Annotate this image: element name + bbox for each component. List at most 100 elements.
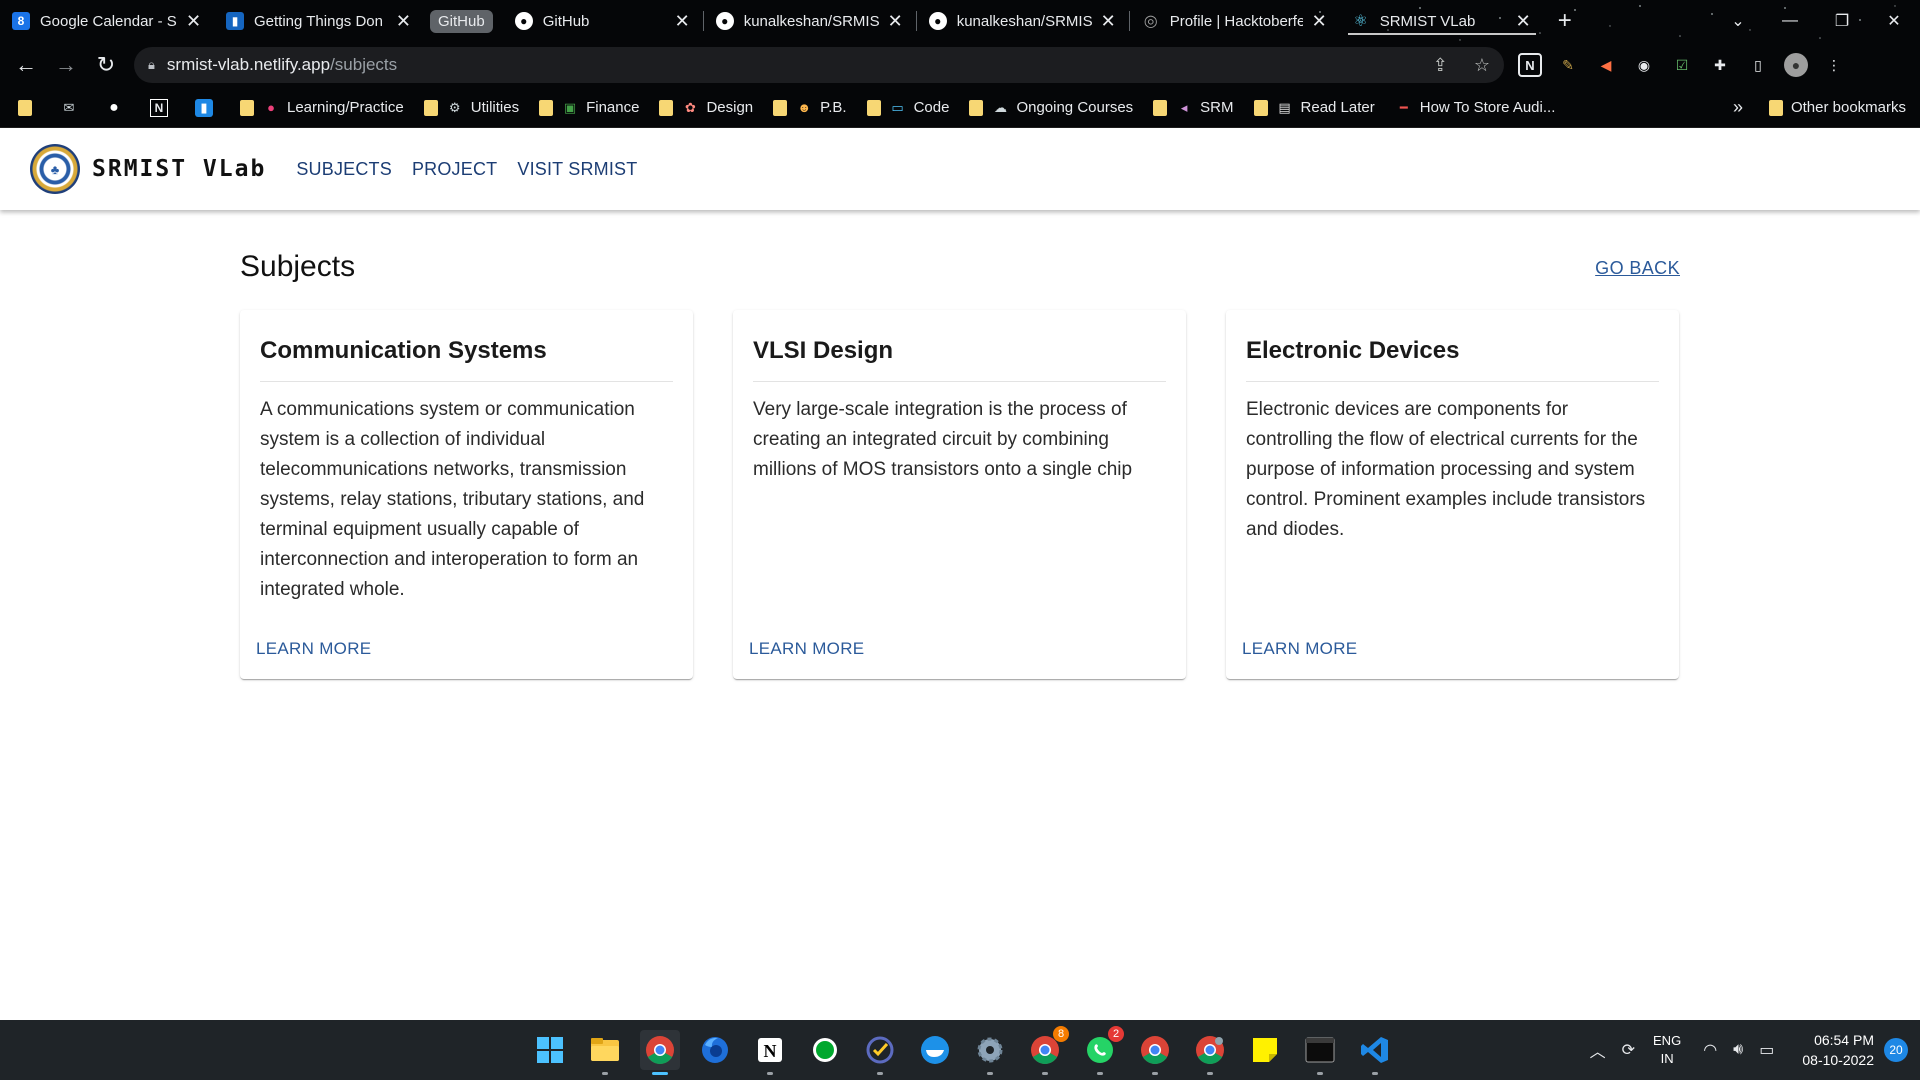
terminal-icon[interactable] xyxy=(1300,1030,1340,1075)
chrome-profile-icon[interactable]: 8 xyxy=(1025,1026,1069,1075)
forward-button[interactable]: → xyxy=(46,45,86,85)
nav-project[interactable]: PROJECT xyxy=(412,159,497,180)
close-icon[interactable]: ✕ xyxy=(395,11,412,32)
clock[interactable]: 06:54 PM 08-10-2022 xyxy=(1802,1030,1874,1070)
bookmark-learning-practice[interactable]: ● Learning/Practice xyxy=(240,99,404,117)
wifi-icon[interactable]: ◠ xyxy=(1703,1040,1717,1060)
book-icon: ▤ xyxy=(1278,99,1291,115)
bookmark-folder[interactable] xyxy=(18,99,40,116)
settings-icon[interactable] xyxy=(970,1030,1010,1075)
bookmark-srm[interactable]: ◂ SRM xyxy=(1153,99,1234,117)
pen-extension-icon[interactable]: ✎ xyxy=(1556,53,1580,77)
learn-more-button[interactable]: LEARN MORE xyxy=(749,639,864,659)
close-icon[interactable]: ✕ xyxy=(1515,11,1532,32)
new-tab-button[interactable]: + xyxy=(1558,7,1572,35)
bookmark-pb[interactable]: ☻ P.B. xyxy=(773,99,847,117)
notion-icon[interactable]: N xyxy=(750,1030,790,1075)
sync-icon[interactable]: ⟳ xyxy=(1622,1040,1635,1060)
battery-icon[interactable]: ▭ xyxy=(1759,1040,1774,1060)
bookmark-notion[interactable]: N xyxy=(150,98,175,117)
bookmark-code[interactable]: ▭ Code xyxy=(866,99,949,117)
notion-clipper-icon[interactable]: N xyxy=(1518,53,1542,77)
tab-group-chip[interactable]: GitHub xyxy=(430,9,493,33)
share-icon[interactable]: ⇪ xyxy=(1433,55,1448,76)
whatsapp-icon[interactable]: 2 xyxy=(1080,1026,1124,1075)
money-icon: ▣ xyxy=(563,99,577,115)
trello-icon: ▮ xyxy=(195,98,213,117)
nav-subjects[interactable]: SUBJECTS xyxy=(296,159,392,180)
restore-icon[interactable]: ❐ xyxy=(1816,11,1868,31)
folder-icon xyxy=(1153,99,1168,116)
vscode-icon[interactable] xyxy=(1355,1030,1395,1075)
bookmark-mail[interactable]: ✉ xyxy=(60,99,85,117)
notification-count[interactable]: 20 xyxy=(1884,1038,1908,1062)
notification-badge: 2 xyxy=(1108,1026,1124,1042)
lock-icon[interactable]: 🔒︎ xyxy=(148,57,155,73)
window-close-icon[interactable]: ✕ xyxy=(1868,11,1920,31)
running-indicator xyxy=(1207,1072,1213,1075)
profile-avatar-icon[interactable]: ● xyxy=(1784,53,1808,77)
learn-more-button[interactable]: LEARN MORE xyxy=(1242,639,1357,659)
close-icon[interactable]: ✕ xyxy=(185,11,202,32)
chevron-up-icon[interactable]: ︿ xyxy=(1590,1038,1606,1062)
chrome-alt-icon[interactable] xyxy=(1135,1030,1175,1075)
brand-name[interactable]: SRMIST VLab xyxy=(92,156,266,182)
windows-taskbar: N 8 2 ︿ ⟳ ENG IN ◠ 🔊︎ ▭ 06:54 PM 08-10-2… xyxy=(0,1020,1920,1080)
srm-logo-icon[interactable]: ♣ xyxy=(30,144,80,194)
nav-visit-srmist[interactable]: VISIT SRMIST xyxy=(517,159,637,180)
eye-extension-icon[interactable]: ◉ xyxy=(1632,53,1656,77)
volume-icon[interactable]: 🔊︎ xyxy=(1733,1041,1743,1059)
tab-getting-things-done[interactable]: ▮ Getting Things Don ✕ xyxy=(214,0,424,42)
reload-button[interactable]: ↻ xyxy=(86,45,126,85)
tab-srmist-vlab[interactable]: ⚛ SRMIST VLab ✕ xyxy=(1340,0,1544,42)
close-icon[interactable]: ✕ xyxy=(674,11,691,32)
bookmark-trello[interactable]: ▮ xyxy=(195,98,220,117)
tab-google-calendar[interactable]: 8 Google Calendar - S ✕ xyxy=(0,0,214,42)
docker-icon[interactable] xyxy=(915,1030,955,1070)
tab-repo-1[interactable]: ● kunalkeshan/SRMIS ✕ xyxy=(704,0,916,42)
audio-extension-icon[interactable]: ◀ xyxy=(1594,53,1618,77)
tab-github[interactable]: ● GitHub ✕ xyxy=(503,0,703,42)
checklist-extension-icon[interactable]: ☑ xyxy=(1670,53,1694,77)
chrome-icon[interactable] xyxy=(640,1030,680,1075)
bookmark-read-later[interactable]: ▤ Read Later xyxy=(1253,99,1375,117)
close-icon[interactable]: ✕ xyxy=(887,11,904,32)
extensions-puzzle-icon[interactable]: ✚ xyxy=(1708,53,1732,77)
address-bar[interactable]: 🔒︎ srmist-vlab.netlify.app/subjects ⇪ ☆ xyxy=(134,47,1504,83)
tab-repo-2[interactable]: ● kunalkeshan/SRMIS ✕ xyxy=(917,0,1129,42)
minimize-icon[interactable]: — xyxy=(1764,12,1816,30)
folder-icon xyxy=(866,99,881,116)
bookmark-design[interactable]: ✿ Design xyxy=(659,99,753,117)
bookmark-star-icon[interactable]: ☆ xyxy=(1474,55,1490,76)
bookmark-how-to-store-audio[interactable]: ━ How To Store Audi... xyxy=(1395,99,1556,117)
bookmark-utilities[interactable]: ⚙ Utilities xyxy=(423,99,519,117)
back-button[interactable]: ← xyxy=(6,45,46,85)
running-indicator xyxy=(1097,1072,1103,1075)
page-header: Subjects GO BACK xyxy=(240,210,1680,310)
go-back-link[interactable]: GO BACK xyxy=(1595,258,1680,279)
language-indicator[interactable]: ENG IN xyxy=(1653,1032,1681,1068)
bookmark-finance[interactable]: ▣ Finance xyxy=(539,99,639,117)
running-indicator xyxy=(652,1072,668,1075)
close-icon[interactable]: ✕ xyxy=(1311,11,1328,32)
bookmarks-bar: ✉ ● N ▮ ● Learning/Practice ⚙ Utilities ▣ F… xyxy=(0,88,1920,128)
sticky-notes-icon[interactable] xyxy=(1245,1030,1285,1070)
firefox-icon[interactable] xyxy=(695,1030,735,1070)
card-title: Electronic Devices xyxy=(1246,330,1659,382)
bookmark-github[interactable]: ● xyxy=(105,99,130,117)
todo-icon[interactable] xyxy=(860,1030,900,1075)
tab-search-icon[interactable]: ⌄ xyxy=(1712,11,1764,31)
bookmarks-overflow-icon[interactable]: » xyxy=(1733,97,1743,118)
side-panel-icon[interactable]: ▯ xyxy=(1746,53,1770,77)
tab-hacktoberfest[interactable]: ◎ Profile | Hacktoberfe ✕ xyxy=(1130,0,1340,42)
start-icon[interactable] xyxy=(530,1030,570,1070)
file-explorer-icon[interactable] xyxy=(585,1030,625,1075)
browser-menu-icon[interactable]: ⋮ xyxy=(1822,53,1846,77)
learn-more-button[interactable]: LEARN MORE xyxy=(256,639,371,659)
chrome-dev-icon[interactable] xyxy=(1190,1030,1230,1075)
other-bookmarks[interactable]: Other bookmarks xyxy=(1768,99,1906,116)
tree-emblem-icon: ♣ xyxy=(50,161,60,177)
evernote-icon[interactable] xyxy=(805,1030,845,1070)
close-icon[interactable]: ✕ xyxy=(1100,11,1117,32)
bookmark-ongoing-courses[interactable]: ☁ Ongoing Courses xyxy=(969,99,1133,117)
